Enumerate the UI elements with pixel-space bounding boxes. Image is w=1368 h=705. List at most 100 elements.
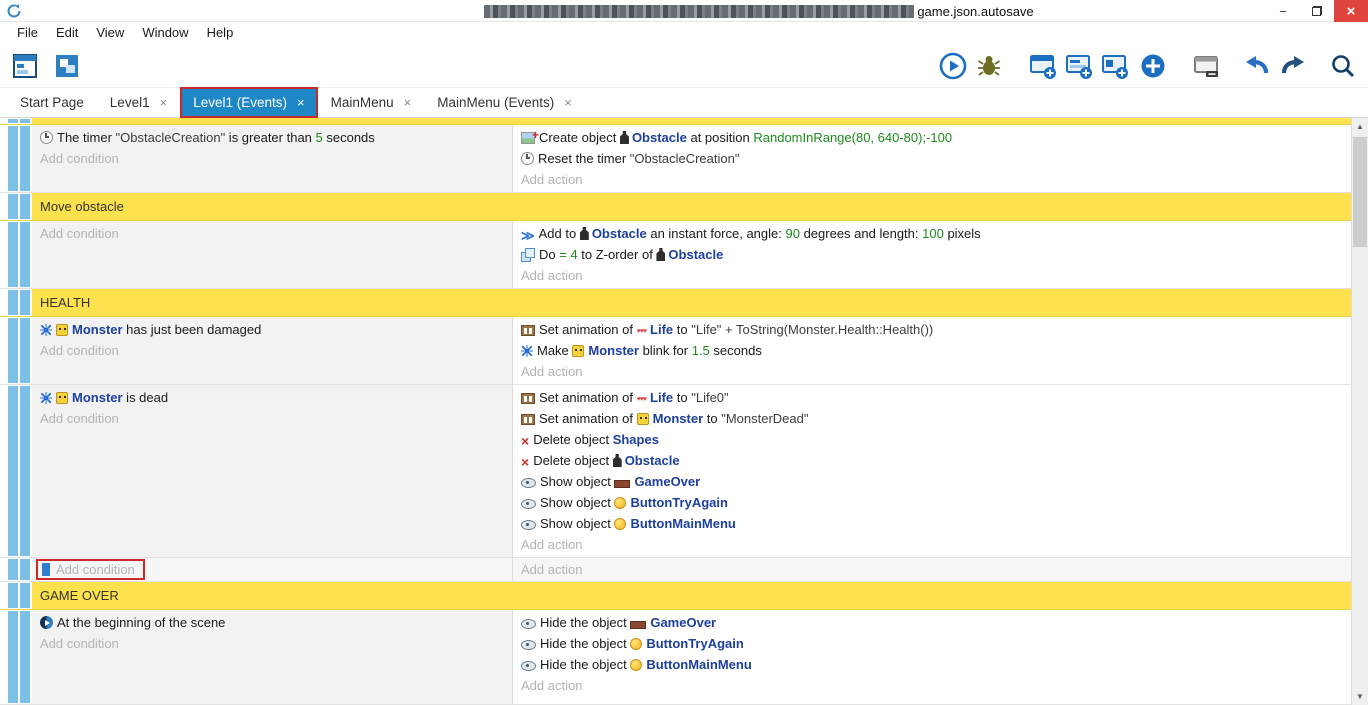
event-drag-handle[interactable] [0, 289, 32, 316]
comment-partial[interactable] [32, 118, 1351, 124]
scene-editor-icon[interactable] [52, 51, 82, 81]
search-icon[interactable] [1328, 51, 1358, 81]
action[interactable]: Set animation of ♥♥♥Life to "Life" + ToS… [521, 319, 1345, 340]
event-drag-handle[interactable] [0, 221, 32, 288]
action[interactable]: ≫Add to Obstacle an instant force, angle… [521, 223, 1345, 244]
menu-item-edit[interactable]: Edit [47, 22, 87, 44]
add-action-button[interactable]: Add action [521, 169, 1345, 190]
conditions-column: Add condition [32, 221, 512, 288]
action[interactable]: Show object ButtonMainMenu [521, 513, 1345, 534]
comment-text[interactable]: GAME OVER [32, 582, 1351, 609]
action[interactable]: Hide the object ButtonTryAgain [521, 633, 1345, 654]
action[interactable]: Hide the object GameOver [521, 612, 1345, 633]
event-drag-handle[interactable] [0, 610, 32, 704]
new-external-layout-icon[interactable] [1100, 51, 1130, 81]
tab-level1[interactable]: Level1 × [98, 88, 179, 117]
close-tab-icon[interactable]: × [564, 95, 572, 110]
scroll-down-icon[interactable]: ▼ [1352, 688, 1368, 705]
text-segment: Hide the object [540, 636, 630, 651]
text-segment: At the beginning of the scene [57, 615, 225, 630]
life-icon: ♥♥♥ [637, 321, 646, 340]
add-action-button[interactable]: Add action [521, 534, 1345, 555]
tab-mainmenu[interactable]: MainMenu× [319, 88, 424, 117]
action[interactable]: Show object GameOver [521, 471, 1345, 492]
action[interactable]: Reset the timer "ObstacleCreation" [521, 148, 1345, 169]
condition[interactable]: At the beginning of the scene [40, 612, 506, 633]
tab-label: MainMenu (Events) [437, 95, 554, 110]
add-condition-button[interactable]: Add condition [40, 223, 506, 244]
action[interactable]: Do = 4 to Z-order of Obstacle [521, 244, 1345, 265]
restore-button[interactable] [1300, 0, 1334, 22]
text-segment: seconds [323, 130, 375, 145]
action[interactable]: Hide the object ButtonMainMenu [521, 654, 1345, 675]
add-condition-button[interactable]: Add condition [40, 340, 506, 361]
add-condition-button[interactable]: Add condition [40, 633, 506, 654]
comment-row: GAME OVER [0, 582, 1351, 610]
new-scene-icon[interactable] [1028, 51, 1058, 81]
conditions-column: Monster has just been damagedAdd conditi… [32, 317, 512, 384]
menu-item-window[interactable]: Window [133, 22, 197, 44]
object-name: Monster [588, 343, 639, 358]
add-circle-icon[interactable] [1138, 51, 1168, 81]
window-minus-icon[interactable] [1192, 51, 1222, 81]
action[interactable]: Create object Obstacle at position Rando… [521, 127, 1345, 148]
add-action-button[interactable]: Add action [521, 265, 1345, 286]
object-name: GameOver [634, 474, 700, 489]
redo-icon[interactable] [1278, 51, 1308, 81]
action[interactable]: ×Delete object Obstacle [521, 450, 1345, 471]
gameover-icon [630, 621, 646, 629]
event-drag-handle[interactable] [0, 317, 32, 384]
close-tab-icon[interactable]: × [297, 95, 305, 110]
tab-start-page[interactable]: Start Page [8, 88, 96, 117]
sub-event-actions: Add action [512, 558, 1351, 581]
project-manager-icon[interactable] [10, 51, 40, 81]
close-button[interactable]: × [1334, 0, 1368, 22]
add-action-button[interactable]: Add action [521, 559, 1345, 580]
action[interactable]: Set animation of ♥♥♥Life to "Life0" [521, 387, 1345, 408]
object-name: ButtonTryAgain [630, 495, 728, 510]
text-segment: Hide the object [540, 657, 630, 672]
event-drag-handle[interactable] [0, 558, 32, 581]
tab-level1-events-[interactable]: Level1 (Events)× [181, 88, 316, 117]
undo-icon[interactable] [1242, 51, 1272, 81]
condition[interactable]: The timer "ObstacleCreation" is greater … [40, 127, 506, 148]
action[interactable]: Make Monster blink for 1.5 seconds [521, 340, 1345, 361]
action[interactable]: ×Delete object Shapes [521, 429, 1345, 450]
tab-label: Level1 [110, 95, 150, 110]
add-condition-button[interactable]: Add condition [56, 562, 135, 577]
minimize-button[interactable]: − [1266, 0, 1300, 22]
add-action-button[interactable]: Add action [521, 675, 1345, 696]
vertical-scrollbar[interactable]: ▲ ▼ [1351, 118, 1368, 705]
event-drag-handle[interactable] [0, 385, 32, 557]
comment-text[interactable]: HEALTH [32, 289, 1351, 316]
play-icon[interactable] [938, 51, 968, 81]
new-external-events-icon[interactable] [1064, 51, 1094, 81]
scroll-up-icon[interactable]: ▲ [1352, 118, 1368, 135]
condition[interactable]: Monster has just been damaged [40, 319, 506, 340]
action[interactable]: Set animation of Monster to "MonsterDead… [521, 408, 1345, 429]
tab-label: Start Page [20, 95, 84, 110]
menu-item-file[interactable]: File [8, 22, 47, 44]
event-drag-handle[interactable] [0, 582, 32, 609]
menu-item-view[interactable]: View [87, 22, 133, 44]
text-segment: an instant force, angle: [647, 226, 786, 241]
actions-column: Set animation of ♥♥♥Life to "Life0"Set a… [512, 385, 1351, 557]
event-drag-handle[interactable] [0, 193, 32, 220]
debug-icon[interactable] [974, 51, 1004, 81]
add-condition-button[interactable]: Add condition [40, 148, 506, 169]
close-tab-icon[interactable]: × [404, 95, 412, 110]
delete-icon: × [521, 431, 529, 450]
event-row: Monster has just been damagedAdd conditi… [0, 317, 1351, 385]
condition[interactable]: Monster is dead [40, 387, 506, 408]
text-segment: Set animation of [539, 411, 637, 426]
event-drag-handle[interactable] [0, 125, 32, 192]
comment-text[interactable]: Move obstacle [32, 193, 1351, 220]
menu-item-help[interactable]: Help [198, 22, 243, 44]
event-drag-handle[interactable] [0, 118, 32, 124]
scroll-thumb[interactable] [1353, 137, 1367, 247]
close-tab-icon[interactable]: × [160, 95, 168, 110]
action[interactable]: Show object ButtonTryAgain [521, 492, 1345, 513]
add-action-button[interactable]: Add action [521, 361, 1345, 382]
tab-mainmenu-events-[interactable]: MainMenu (Events) × [425, 88, 584, 117]
add-condition-button[interactable]: Add condition [40, 408, 506, 429]
